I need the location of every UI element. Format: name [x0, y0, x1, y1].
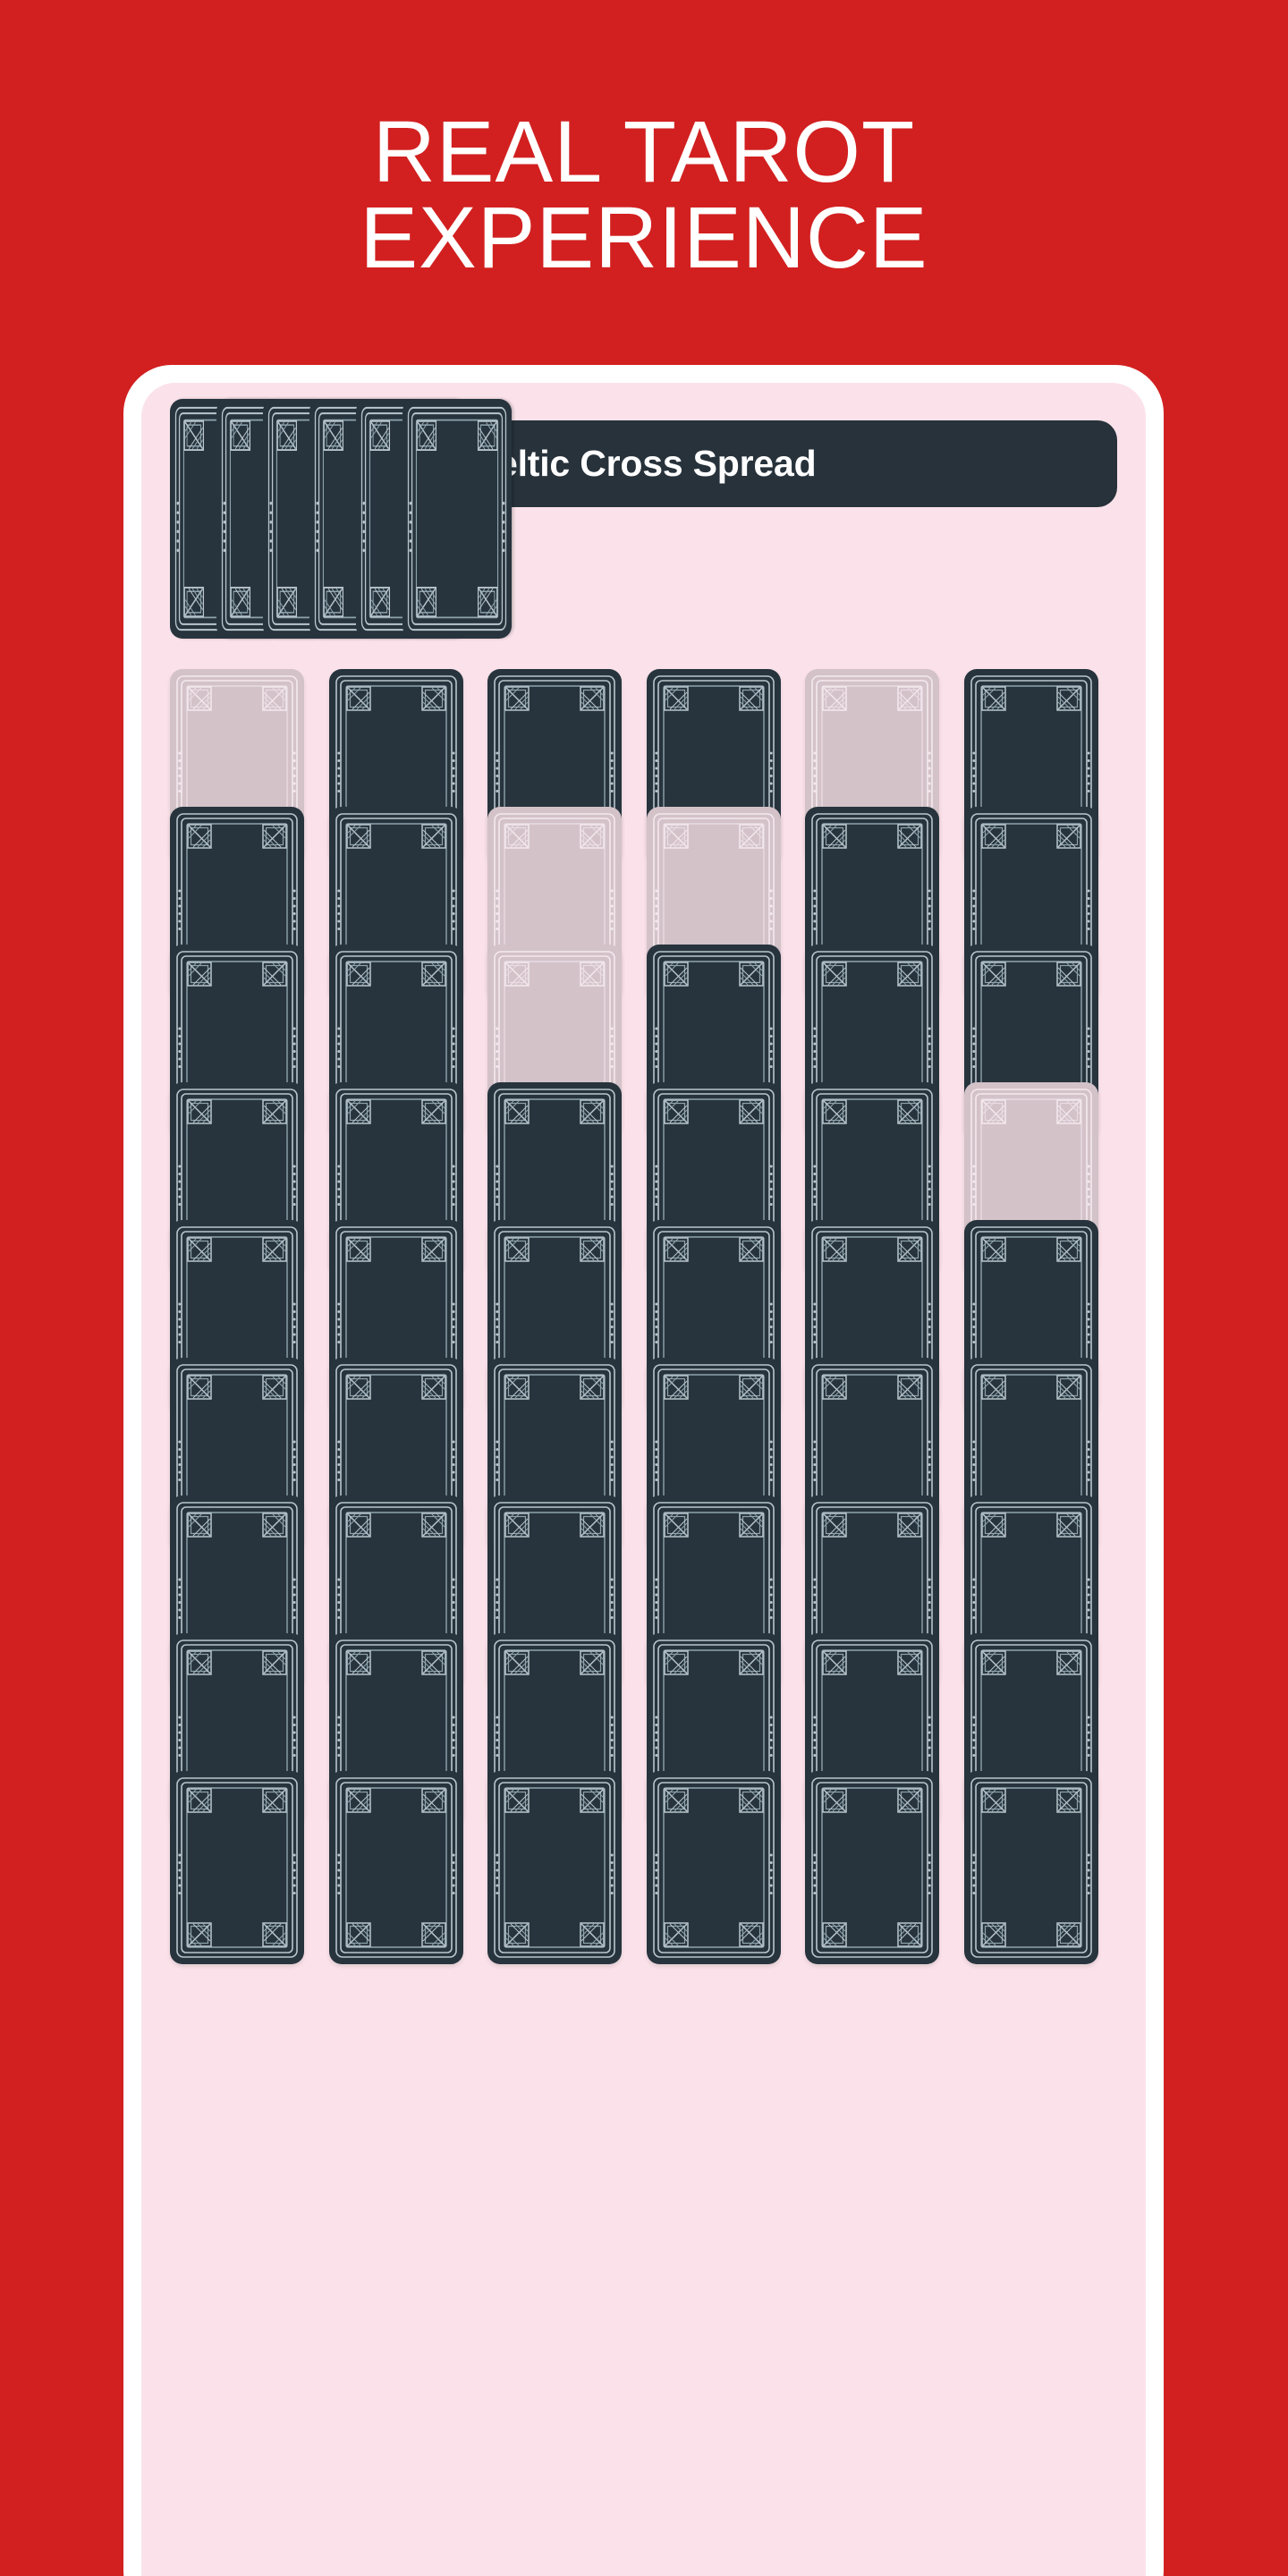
page-title: REAL TAROT EXPERIENCE	[360, 103, 928, 286]
tarot-card-back-icon	[170, 1771, 304, 1964]
promo-screenshot: REAL TAROT EXPERIENCE Celtic Cross Sprea…	[0, 0, 1288, 2576]
grid-card-r9-c6[interactable]	[964, 1771, 1098, 1964]
grid-card-r9-c5[interactable]	[805, 1771, 939, 1964]
deck-card-6[interactable]	[402, 399, 512, 639]
phone-frame: Celtic Cross Spread	[123, 365, 1164, 2576]
tarot-card-back-icon	[487, 1771, 622, 1964]
tarot-card-back-icon	[805, 1771, 939, 1964]
tarot-card-back-icon	[329, 1771, 463, 1964]
grid-card-r9-c4[interactable]	[647, 1771, 781, 1964]
grid-card-r9-c2[interactable]	[329, 1771, 463, 1964]
grid-card-r9-c3[interactable]	[487, 1771, 622, 1964]
tarot-card-back-icon	[964, 1771, 1098, 1964]
grid-card-r9-c1[interactable]	[170, 1771, 304, 1964]
tarot-card-back-icon	[647, 1771, 781, 1964]
phone-screen: Celtic Cross Spread	[141, 383, 1146, 2576]
card-grid	[141, 383, 1146, 2576]
tarot-card-back-icon	[402, 399, 512, 639]
